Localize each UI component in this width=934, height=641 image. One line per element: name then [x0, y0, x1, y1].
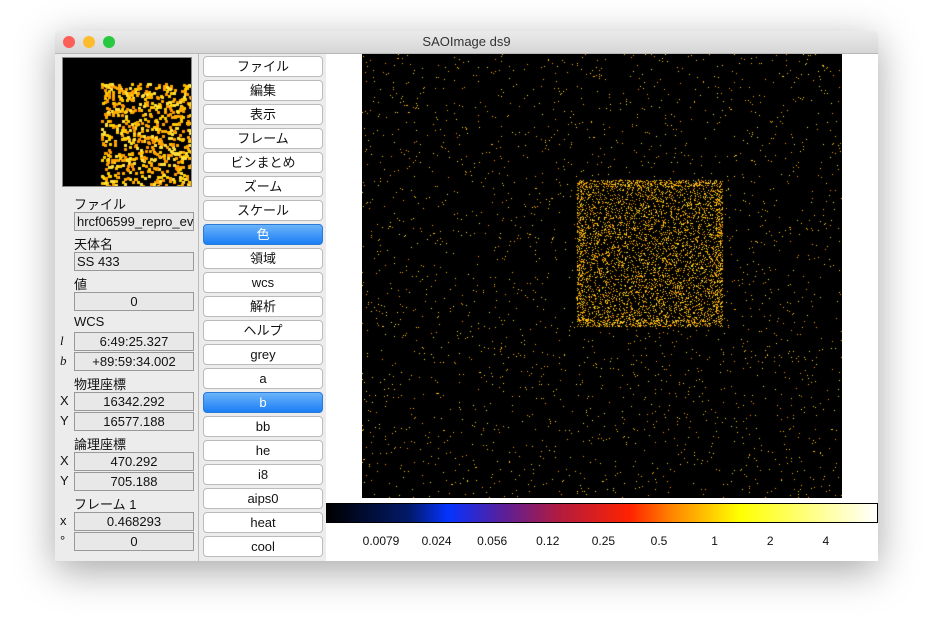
menu-button-15[interactable]: bb — [203, 416, 323, 437]
colorbar-tick: 0.12 — [536, 534, 560, 548]
object-label: 天体名 — [74, 237, 114, 252]
file-field: hrcf06599_repro_evt2.fits — [74, 212, 194, 231]
menu-button-10[interactable]: 解析 — [203, 296, 323, 317]
close-button[interactable] — [63, 36, 75, 48]
zoom-field: 0.468293 — [74, 512, 194, 531]
logical-label: 論理座標 — [74, 437, 127, 452]
menu-button-0[interactable]: ファイル — [203, 56, 323, 77]
ds9-window: SAOImage ds9 ファイル hrcf06599_repro_evt2.f… — [55, 31, 878, 561]
log-x-axis: X — [60, 453, 69, 468]
menu-button-16[interactable]: he — [203, 440, 323, 461]
colorbar-tick: 4 — [822, 534, 830, 548]
menu-button-14[interactable]: b — [203, 392, 323, 413]
wcs-label: WCS — [74, 314, 105, 329]
colorbar-tick: 2 — [766, 534, 774, 548]
window-title: SAOImage ds9 — [422, 34, 511, 49]
colorbar-tick: 0.25 — [591, 534, 616, 548]
colorbar-tick: 1 — [711, 534, 718, 548]
menu-button-4[interactable]: ビンまとめ — [203, 152, 323, 173]
wcs-b-field: +89:59:34.002 — [74, 352, 194, 371]
log-x-field: 470.292 — [74, 452, 194, 471]
menu-button-6[interactable]: スケール — [203, 200, 323, 221]
colorbar-tick: 0.5 — [650, 534, 668, 548]
menu-button-17[interactable]: i8 — [203, 464, 323, 485]
colorbar-tick: 0.024 — [421, 534, 452, 548]
menu-button-13[interactable]: a — [203, 368, 323, 389]
info-panel: ファイル hrcf06599_repro_evt2.fits 天体名 SS 43… — [55, 54, 199, 561]
value-label: 値 — [74, 277, 88, 292]
log-y-axis: Y — [60, 473, 69, 488]
image-canvas[interactable] — [362, 54, 842, 498]
zoom-button[interactable] — [103, 36, 115, 48]
wcs-l-axis: l — [60, 333, 64, 348]
menu-button-2[interactable]: 表示 — [203, 104, 323, 125]
phys-x-axis: X — [60, 393, 69, 408]
colorbar-tick: 0.056 — [477, 534, 508, 548]
phys-x-field: 16342.292 — [74, 392, 194, 411]
minimize-button[interactable] — [83, 36, 95, 48]
colorbar-tick: 0.0079 — [362, 534, 400, 548]
zoom-axis: x — [60, 513, 67, 528]
wcs-l-field: 6:49:25.327 — [74, 332, 194, 351]
menu-button-11[interactable]: ヘルプ — [203, 320, 323, 341]
menu-button-5[interactable]: ズーム — [203, 176, 323, 197]
menu-button-19[interactable]: heat — [203, 512, 323, 533]
menu-button-3[interactable]: フレーム — [203, 128, 323, 149]
file-label: ファイル — [74, 197, 127, 212]
title-bar: SAOImage ds9 — [55, 31, 878, 54]
menu-button-9[interactable]: wcs — [203, 272, 323, 293]
colorbar[interactable] — [326, 503, 878, 523]
frame-label: フレーム 1 — [74, 497, 137, 512]
phys-y-axis: Y — [60, 413, 69, 428]
value-field: 0 — [74, 292, 194, 311]
angle-field: 0 — [74, 532, 194, 551]
angle-axis: ° — [60, 533, 66, 548]
menu-button-1[interactable]: 編集 — [203, 80, 323, 101]
menu-button-7[interactable]: 色 — [203, 224, 323, 245]
physical-label: 物理座標 — [74, 377, 127, 392]
object-field: SS 433 — [74, 252, 194, 271]
image-area: 0.0079 0.024 0.056 0.12 0.25 0.5 1 2 4 — [326, 54, 878, 561]
log-y-field: 705.188 — [74, 472, 194, 491]
menu-button-18[interactable]: aips0 — [203, 488, 323, 509]
menu-button-8[interactable]: 領域 — [203, 248, 323, 269]
panner[interactable] — [62, 57, 192, 187]
menu-button-12[interactable]: grey — [203, 344, 323, 365]
phys-y-field: 16577.188 — [74, 412, 194, 431]
menu-button-20[interactable]: cool — [203, 536, 323, 557]
wcs-b-axis: b — [60, 353, 67, 368]
